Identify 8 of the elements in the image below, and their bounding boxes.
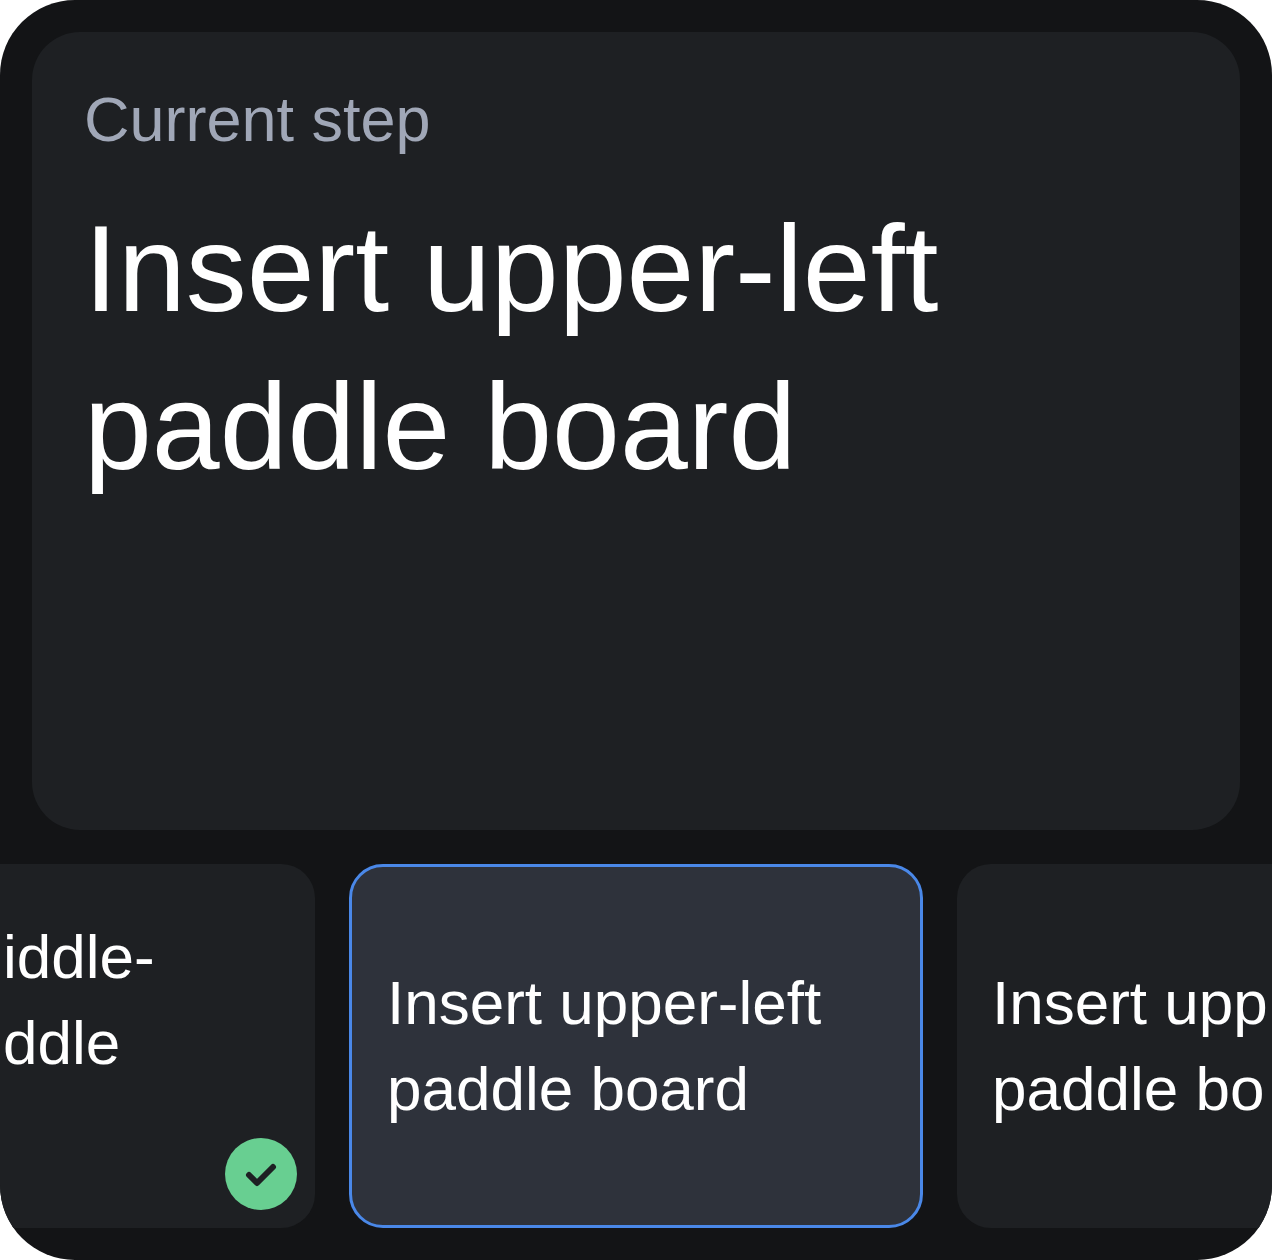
step-card[interactable]: Insert upper-left paddle board [349, 864, 923, 1228]
current-step-title: Insert upper-left paddle board [84, 200, 940, 497]
current-step-label: Current step [84, 83, 431, 156]
step-label: iddle- ddle [3, 921, 155, 1079]
step-label: Insert upp paddle bo [992, 967, 1268, 1125]
step-card[interactable]: Insert upp paddle bo [957, 864, 1272, 1228]
step-card[interactable]: iddle- ddle [0, 864, 315, 1228]
step-label: Insert upper-left paddle board [387, 967, 822, 1125]
